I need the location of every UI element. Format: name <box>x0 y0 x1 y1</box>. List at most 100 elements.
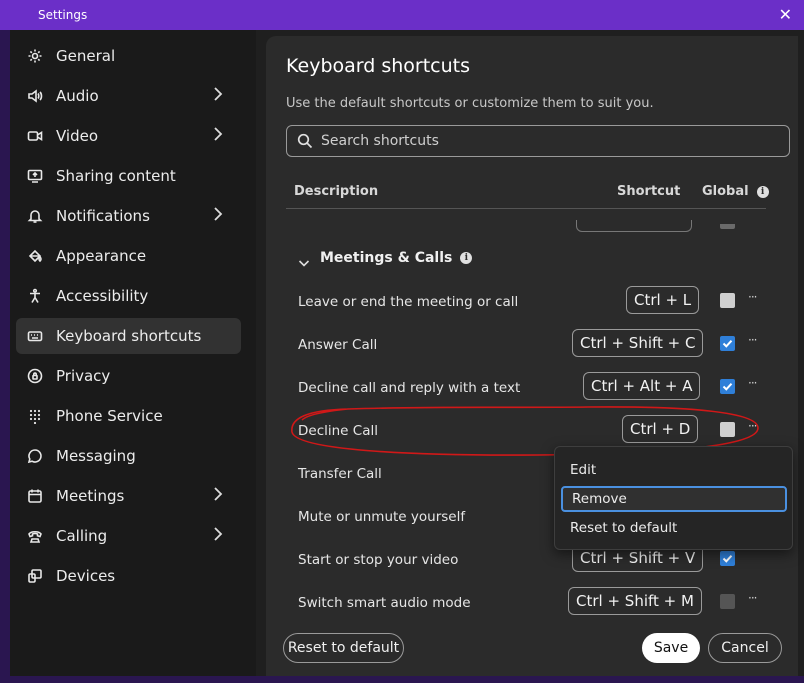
global-checkbox[interactable] <box>720 293 735 308</box>
sidebar-item-calling[interactable]: Calling <box>16 518 241 554</box>
page-subtitle: Use the default shortcuts or customize t… <box>286 96 654 111</box>
sidebar-item-general[interactable]: General <box>16 38 241 74</box>
shortcut-description: Decline Call <box>298 423 378 439</box>
chevron-down-icon <box>298 253 310 267</box>
sidebar-item-phone-service[interactable]: Phone Service <box>16 398 241 434</box>
sidebar: General Audio Video Sharing content Noti… <box>10 30 256 676</box>
sidebar-item-appearance[interactable]: Appearance <box>16 238 241 274</box>
info-icon[interactable]: i <box>460 252 473 264</box>
info-icon[interactable]: i <box>756 185 769 198</box>
context-menu: Edit Remove Reset to default <box>554 446 793 550</box>
sidebar-item-privacy[interactable]: Privacy <box>16 358 241 394</box>
header-divider <box>286 208 766 209</box>
shortcut-key[interactable]: Ctrl + Shift + C <box>572 329 704 357</box>
sidebar-item-label: Accessibility <box>56 287 149 305</box>
close-icon[interactable]: ✕ <box>779 5 792 24</box>
search-icon <box>297 133 313 149</box>
column-header-global: Global i <box>702 184 769 199</box>
shortcut-row-decline-with-text[interactable]: Decline call and reply with a text Ctrl … <box>286 368 766 408</box>
paint-bucket-icon <box>26 247 44 265</box>
sidebar-item-audio[interactable]: Audio <box>16 78 241 114</box>
global-checkbox[interactable] <box>720 379 735 394</box>
sidebar-item-meetings[interactable]: Meetings <box>16 478 241 514</box>
shortcut-key[interactable]: Ctrl + L <box>626 286 700 314</box>
sidebar-item-label: Appearance <box>56 247 147 265</box>
shortcut-key-partial <box>576 220 692 232</box>
accessibility-icon <box>26 287 44 305</box>
shortcut-description: Switch smart audio mode <box>298 595 471 611</box>
page-title: Keyboard shortcuts <box>286 55 471 77</box>
shortcut-row-decline-call[interactable]: Decline Call Ctrl + D ··· <box>286 411 766 451</box>
shortcut-row-leave-meeting[interactable]: Leave or end the meeting or call Ctrl + … <box>286 282 766 322</box>
shortcut-description: Transfer Call <box>298 466 382 482</box>
devices-icon <box>26 567 44 585</box>
shortcut-description: Leave or end the meeting or call <box>298 294 519 310</box>
sidebar-item-keyboard-shortcuts[interactable]: Keyboard shortcuts <box>16 318 241 354</box>
global-checkbox[interactable] <box>720 594 735 609</box>
sidebar-item-label: Messaging <box>56 447 136 465</box>
share-screen-icon <box>26 167 44 185</box>
chevron-right-icon <box>213 487 227 505</box>
chevron-right-icon <box>213 207 227 225</box>
global-checkbox-partial <box>720 224 735 229</box>
search-box[interactable] <box>286 125 790 157</box>
keyboard-shortcuts-panel: Keyboard shortcuts Use the default short… <box>266 36 798 676</box>
more-options-icon[interactable]: ··· <box>748 419 758 433</box>
chevron-right-icon <box>213 127 227 145</box>
group-label: Meetings & Calls <box>320 250 453 266</box>
menu-item-reset-to-default[interactable]: Reset to default <box>561 515 787 541</box>
sidebar-item-label: General <box>56 47 116 65</box>
shortcut-description: Mute or unmute yourself <box>298 509 466 525</box>
save-button[interactable]: Save <box>642 633 700 663</box>
shortcut-key[interactable]: Ctrl + Alt + A <box>583 372 701 400</box>
window-frame-left <box>0 30 10 683</box>
chat-icon <box>26 447 44 465</box>
sidebar-item-label: Meetings <box>56 487 125 505</box>
column-header-global-label: Global <box>702 184 749 199</box>
gear-icon <box>26 47 44 65</box>
sidebar-item-label: Devices <box>56 567 116 585</box>
shortcut-key[interactable]: Ctrl + Shift + M <box>568 587 702 615</box>
calendar-icon <box>26 487 44 505</box>
menu-item-remove[interactable]: Remove <box>561 486 787 512</box>
sidebar-item-messaging[interactable]: Messaging <box>16 438 241 474</box>
more-options-icon[interactable]: ··· <box>748 376 758 390</box>
window-title: Settings <box>38 8 88 22</box>
camera-icon <box>26 127 44 145</box>
chevron-right-icon <box>213 87 227 105</box>
sidebar-item-devices[interactable]: Devices <box>16 558 241 594</box>
global-checkbox[interactable] <box>720 336 735 351</box>
sidebar-item-label: Audio <box>56 87 99 105</box>
more-options-icon[interactable]: ··· <box>748 591 758 605</box>
sidebar-item-label: Sharing content <box>56 167 176 185</box>
reset-to-default-button[interactable]: Reset to default <box>283 633 404 663</box>
sidebar-item-video[interactable]: Video <box>16 118 241 154</box>
bell-icon <box>26 207 44 225</box>
sidebar-item-accessibility[interactable]: Accessibility <box>16 278 241 314</box>
window-frame-bottom <box>0 676 804 683</box>
global-checkbox[interactable] <box>720 422 735 437</box>
sidebar-item-label: Privacy <box>56 367 111 385</box>
speaker-icon <box>26 87 44 105</box>
global-checkbox[interactable] <box>720 551 735 566</box>
chevron-right-icon <box>213 527 227 545</box>
shortcut-description: Answer Call <box>298 337 378 353</box>
more-options-icon[interactable]: ··· <box>748 290 758 304</box>
keyboard-icon <box>26 327 44 345</box>
shortcut-row-answer-call[interactable]: Answer Call Ctrl + Shift + C ··· <box>286 325 766 365</box>
sidebar-item-label: Notifications <box>56 207 150 225</box>
sidebar-item-label: Phone Service <box>56 407 163 425</box>
privacy-icon <box>26 367 44 385</box>
shortcut-key[interactable]: Ctrl + D <box>622 415 699 443</box>
more-options-icon[interactable]: ··· <box>748 333 758 347</box>
group-header-meetings-calls[interactable]: Meetings & Calls i <box>298 250 473 267</box>
column-header-shortcut: Shortcut <box>617 184 681 199</box>
cancel-button[interactable]: Cancel <box>708 633 782 663</box>
sidebar-item-sharing-content[interactable]: Sharing content <box>16 158 241 194</box>
phone-icon <box>26 527 44 545</box>
search-input[interactable] <box>321 133 761 149</box>
sidebar-item-notifications[interactable]: Notifications <box>16 198 241 234</box>
shortcut-row-smart-audio[interactable]: Switch smart audio mode Ctrl + Shift + M… <box>286 583 766 623</box>
sidebar-item-label: Video <box>56 127 99 145</box>
menu-item-edit[interactable]: Edit <box>561 457 787 483</box>
